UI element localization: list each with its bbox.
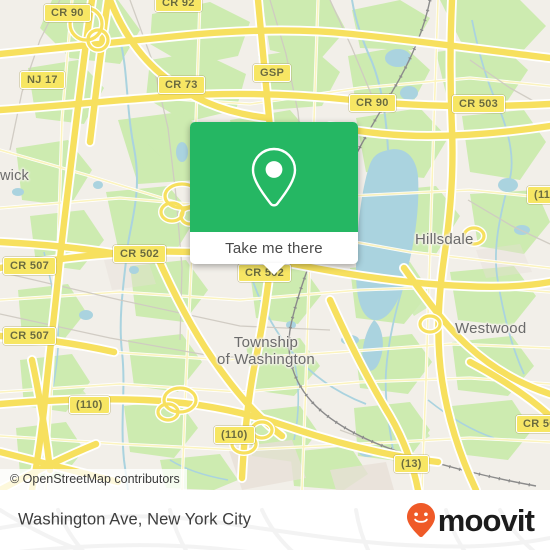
- take-me-there-button[interactable]: Take me there: [190, 232, 358, 264]
- road-shield: CR 503: [452, 95, 506, 113]
- map-attribution[interactable]: © OpenStreetMap contributors: [0, 469, 187, 490]
- place-label: Township of Washington: [217, 334, 315, 368]
- road-shield: CR 502: [113, 245, 167, 263]
- place-label: wick: [0, 168, 29, 184]
- location-popup-card[interactable]: Take me there: [190, 122, 358, 275]
- road-shield: (11: [527, 186, 550, 204]
- map-pin-icon: [251, 147, 297, 207]
- place-label-line: Township: [233, 334, 299, 351]
- road-shield: (110): [214, 426, 255, 444]
- popup-card-header: [190, 122, 358, 232]
- moovit-logo[interactable]: moovit: [406, 502, 535, 538]
- road-shield: CR 90: [349, 94, 396, 112]
- place-label-line: of Washington: [217, 351, 315, 368]
- road-shield: (13): [394, 455, 429, 473]
- road-shield: CR 73: [158, 76, 205, 94]
- location-title: Washington Ave, New York City: [18, 510, 252, 529]
- road-shield: CR 507: [3, 327, 57, 345]
- bottom-info-bar: Washington Ave, New York City moovit: [0, 490, 550, 550]
- road-shield: GSP: [253, 64, 292, 82]
- road-shield: CR 92: [155, 0, 202, 12]
- place-label: Hillsdale: [415, 231, 474, 248]
- moovit-pin-icon: [406, 503, 435, 537]
- moovit-map-screenshot: .park { fill:#cdebb0; } .water { fill:#a…: [0, 0, 550, 550]
- popup-card-pointer: [262, 263, 286, 275]
- road-shield: CR 90: [44, 4, 91, 22]
- road-shield: NJ 17: [20, 71, 65, 89]
- road-shield: CR 507: [3, 257, 57, 275]
- moovit-wordmark: moovit: [437, 502, 535, 538]
- road-shield: (110): [69, 396, 110, 414]
- road-shield: CR 50: [516, 415, 550, 433]
- place-label: Westwood: [455, 320, 527, 337]
